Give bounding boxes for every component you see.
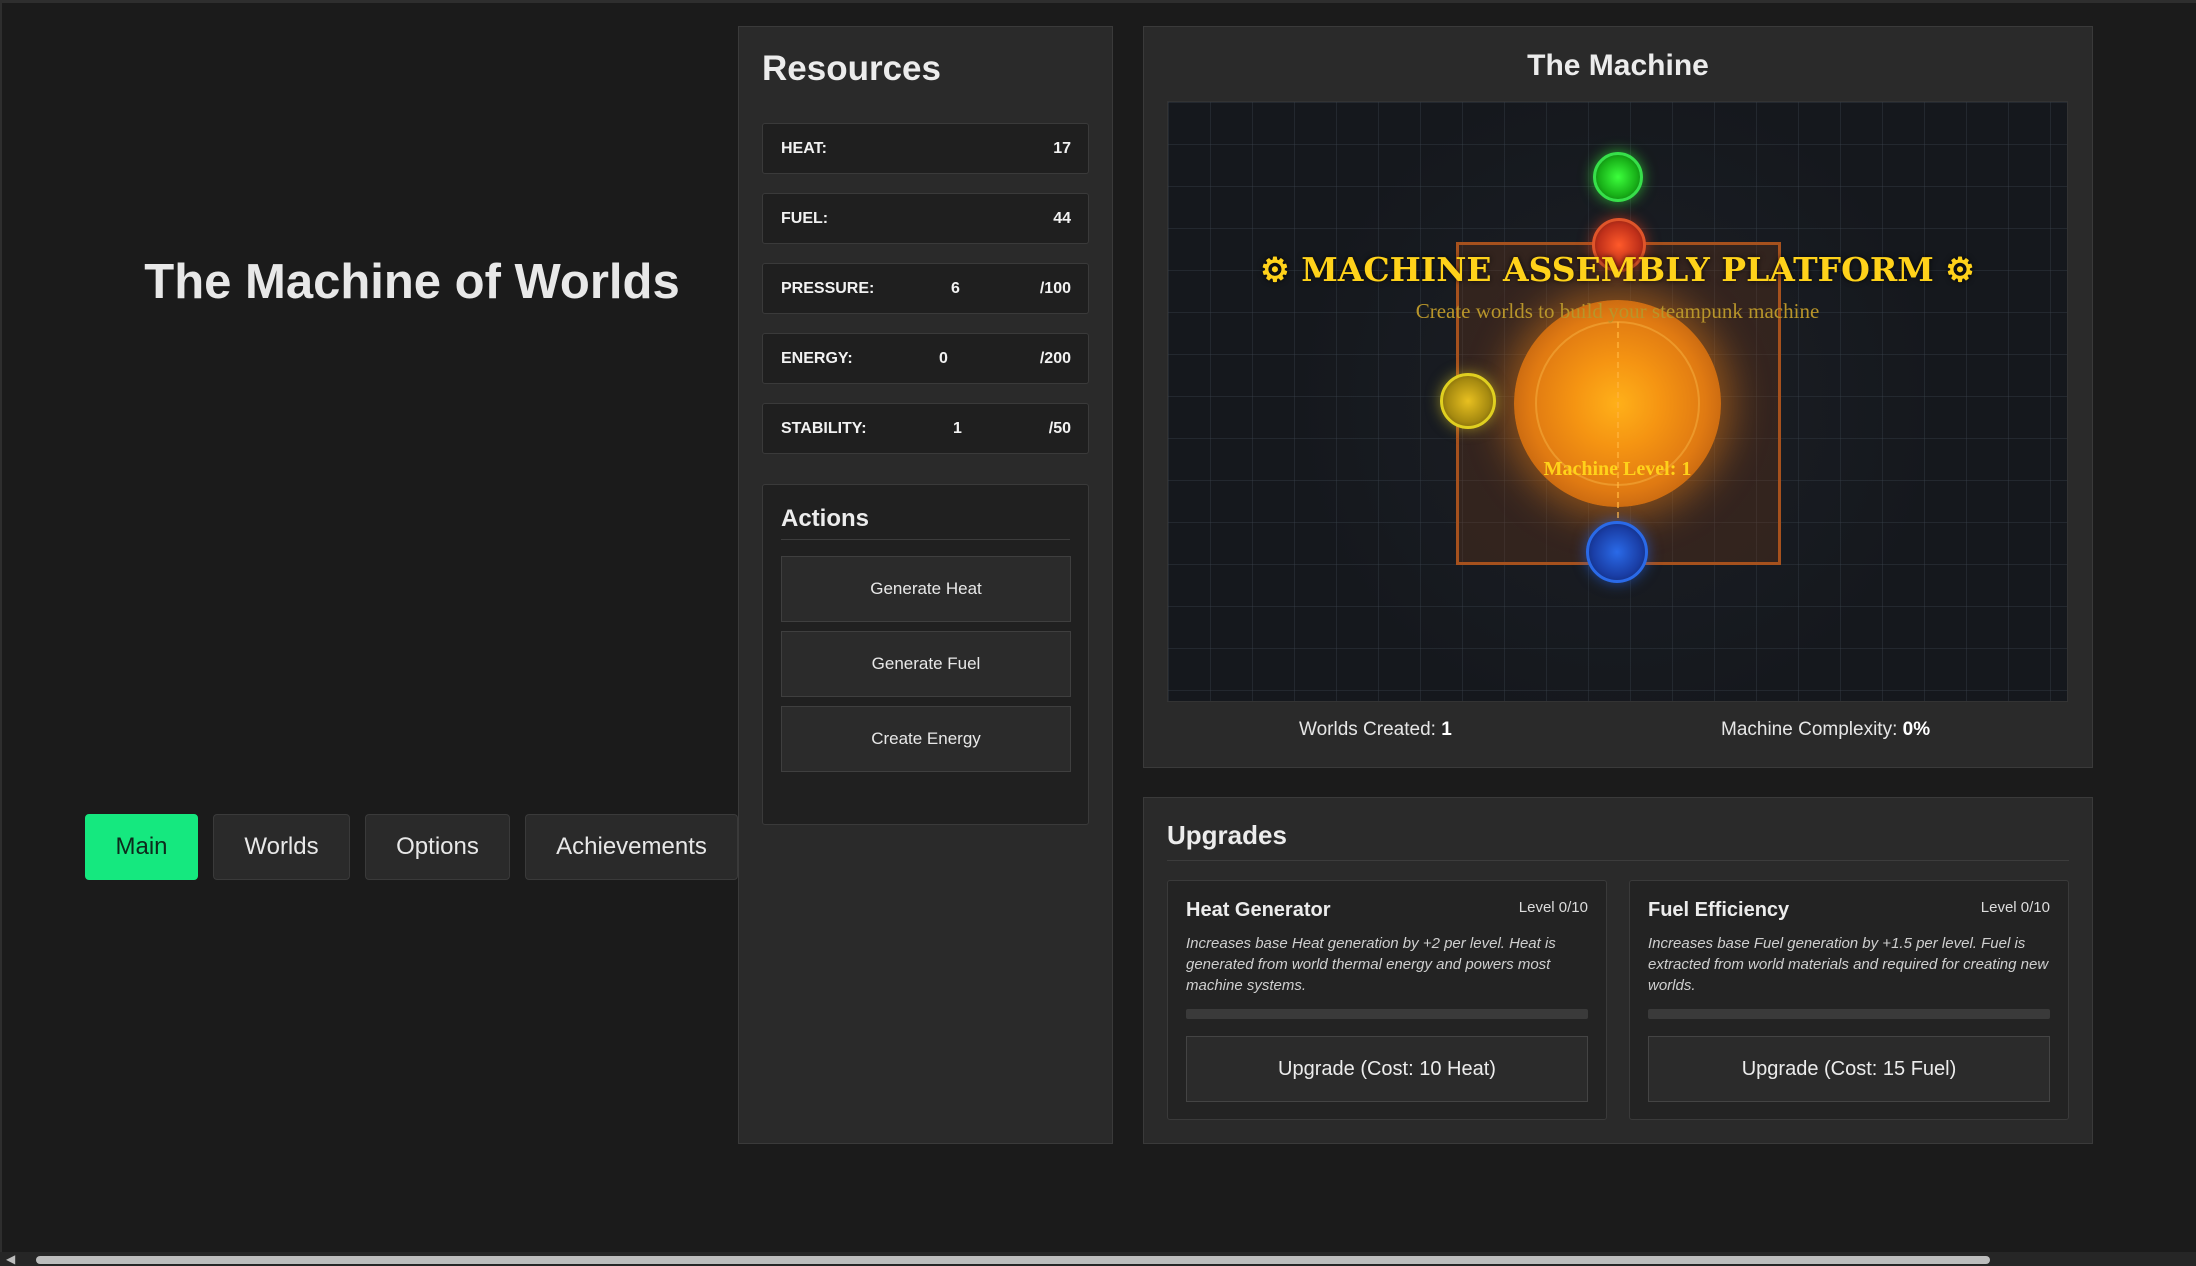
upgrades-panel: Upgrades Heat Generator Level 0/10 Incre… [1143,797,2093,1144]
resource-label: HEAT: [781,140,827,157]
worlds-created-value: 1 [1441,719,1452,740]
upgrade-level: Level 0/10 [1980,899,2050,916]
create-energy-button[interactable]: Create Energy [781,706,1071,772]
tab-options[interactable]: Options [365,814,510,880]
horizontal-scrollbar[interactable]: ◀ [0,1252,2196,1266]
resource-max: /200 [1039,350,1071,367]
resource-max: /100 [1039,280,1071,297]
resource-label: ENERGY: [781,350,853,367]
upgrade-card-fuel-efficiency: Fuel Efficiency Level 0/10 Increases bas… [1629,880,2069,1120]
scroll-left-arrow-icon[interactable]: ◀ [6,1253,15,1265]
scrollbar-thumb[interactable] [36,1256,1990,1264]
worlds-created-label: Worlds Created: [1299,719,1436,740]
upgrade-name: Fuel Efficiency [1648,899,1790,921]
resource-value: 1 [953,420,962,437]
upgrades-title: Upgrades [1167,820,1287,850]
resource-label: FUEL: [781,210,829,227]
tab-main[interactable]: Main [85,814,198,880]
resource-energy: ENERGY: 0 /200 [762,333,1089,384]
upgrade-level: Level 0/10 [1518,899,1588,916]
machine-canvas[interactable]: ⚙ MACHINE ASSEMBLY PLATFORM ⚙ Create wor… [1167,101,2068,702]
blue-world-node[interactable] [1586,521,1648,583]
resource-pressure: PRESSURE: 6 /100 [762,263,1089,314]
machine-complexity-stat: Machine Complexity: 0% [1721,719,1930,741]
platform-title: ⚙ MACHINE ASSEMBLY PLATFORM ⚙ [1260,250,1975,289]
green-world-node[interactable] [1593,152,1643,202]
yellow-world-node[interactable] [1440,373,1496,429]
tab-achievements[interactable]: Achievements [525,814,738,880]
resources-title: Resources [762,49,941,88]
upgrade-card-heat-generator: Heat Generator Level 0/10 Increases base… [1167,880,1607,1120]
upgrade-description: Increases base Heat generation by +2 per… [1186,935,1556,994]
upgrades-divider [1167,860,2069,861]
upgrade-progress-bar [1648,1009,2050,1019]
resource-value: 6 [951,280,960,297]
upgrade-fuel-button[interactable]: Upgrade (Cost: 15 Fuel) [1648,1036,2050,1102]
actions-panel: Actions Generate Heat Generate Fuel Crea… [762,484,1089,825]
window-top-border [0,0,2196,3]
machine-title: The Machine [1527,49,1709,82]
resource-value: 0 [939,350,948,367]
upgrade-description: Increases base Fuel generation by +1.5 p… [1648,935,2049,994]
upgrade-progress-bar [1186,1009,1588,1019]
app-title: The Machine of Worlds [144,255,680,309]
machine-level: Machine Level: 1 [1543,458,1692,480]
resource-fuel: FUEL: 44 [762,193,1089,244]
tab-worlds[interactable]: Worlds [213,814,350,880]
upgrade-name: Heat Generator [1186,899,1331,921]
generate-heat-button[interactable]: Generate Heat [781,556,1071,622]
complexity-value: 0% [1902,719,1931,740]
machine-panel: The Machine ⚙ MACHINE ASSEMBLY PLATFORM … [1143,26,2093,768]
resource-label: STABILITY: [781,420,867,437]
resource-value: 44 [1053,210,1071,227]
resource-label: PRESSURE: [781,280,875,297]
resource-stability: STABILITY: 1 /50 [762,403,1089,454]
upgrade-heat-button[interactable]: Upgrade (Cost: 10 Heat) [1186,1036,1588,1102]
worlds-created-stat: Worlds Created: 1 [1299,719,1452,741]
resource-max: /50 [1048,420,1071,437]
resource-heat: HEAT: 17 [762,123,1089,174]
actions-title: Actions [781,505,870,532]
resource-value: 17 [1053,140,1071,157]
actions-divider [781,539,1070,540]
generate-fuel-button[interactable]: Generate Fuel [781,631,1071,697]
resources-panel: Resources HEAT: 17 FUEL: 44 PRESSURE: 6 … [738,26,1113,1144]
complexity-label: Machine Complexity: [1721,719,1898,740]
platform-subtitle: Create worlds to build your steampunk ma… [1415,299,1820,323]
window-left-border [0,0,2,1266]
